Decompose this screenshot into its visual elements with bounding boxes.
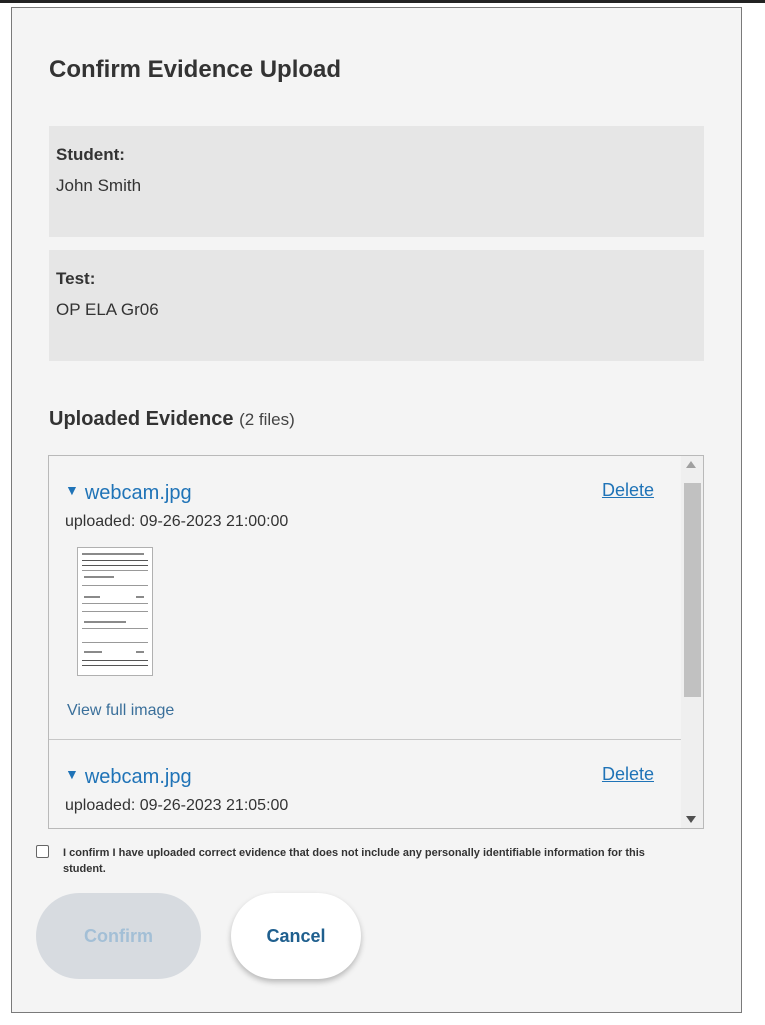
file-name-toggle[interactable]: ▼ webcam.jpg (65, 766, 192, 789)
confirm-checkbox-label[interactable]: I confirm I have uploaded correct eviden… (63, 845, 663, 877)
test-name: OP ELA Gr06 (56, 300, 159, 319)
uploaded-evidence-heading: Uploaded Evidence (2 files) (49, 408, 295, 431)
evidence-list-panel[interactable]: ▼ webcam.jpg Delete uploaded: 09-26-2023 … (48, 455, 704, 829)
student-label: Student: (56, 145, 125, 164)
uploaded-evidence-label: Uploaded Evidence (49, 408, 234, 430)
evidence-thumbnail-image[interactable] (77, 547, 153, 676)
file-name-label: webcam.jpg (84, 766, 192, 788)
student-name: John Smith (56, 176, 142, 195)
evidence-file-item: ▼ webcam.jpg Delete uploaded: 09-26-2023 … (49, 456, 681, 740)
file-uploaded-timestamp: uploaded: 09-26-2023 21:00:00 (65, 513, 289, 530)
file-name-label: webcam.jpg (84, 482, 192, 504)
file-name-toggle[interactable]: ▼ webcam.jpg (65, 482, 192, 505)
evidence-file-count: (2 files) (239, 410, 295, 429)
evidence-scrollbar[interactable] (681, 456, 703, 828)
file-uploaded-timestamp: uploaded: 09-26-2023 21:05:00 (65, 797, 289, 814)
triangle-down-icon: ▼ (65, 766, 79, 782)
scroll-down-arrow-icon[interactable] (686, 816, 696, 823)
cancel-button[interactable]: Cancel (231, 893, 361, 979)
test-info-box: Test: OP ELA Gr06 (49, 250, 704, 361)
evidence-file-item: ▼ webcam.jpg Delete uploaded: 09-26-2023 … (49, 740, 681, 828)
scroll-up-arrow-icon[interactable] (686, 461, 696, 468)
scrollbar-thumb[interactable] (684, 483, 701, 697)
view-full-image-link[interactable]: View full image (67, 702, 174, 720)
delete-file-link[interactable]: Delete (602, 480, 654, 501)
confirm-button[interactable]: Confirm (36, 893, 201, 979)
delete-file-link[interactable]: Delete (602, 764, 654, 785)
top-border (0, 0, 765, 3)
triangle-down-icon: ▼ (65, 482, 79, 498)
student-info-box: Student: John Smith (49, 126, 704, 237)
confirm-checkbox[interactable] (36, 845, 49, 858)
test-label: Test: (56, 269, 96, 288)
dialog-title: Confirm Evidence Upload (49, 56, 342, 83)
evidence-list: ▼ webcam.jpg Delete uploaded: 09-26-2023 … (49, 456, 681, 828)
